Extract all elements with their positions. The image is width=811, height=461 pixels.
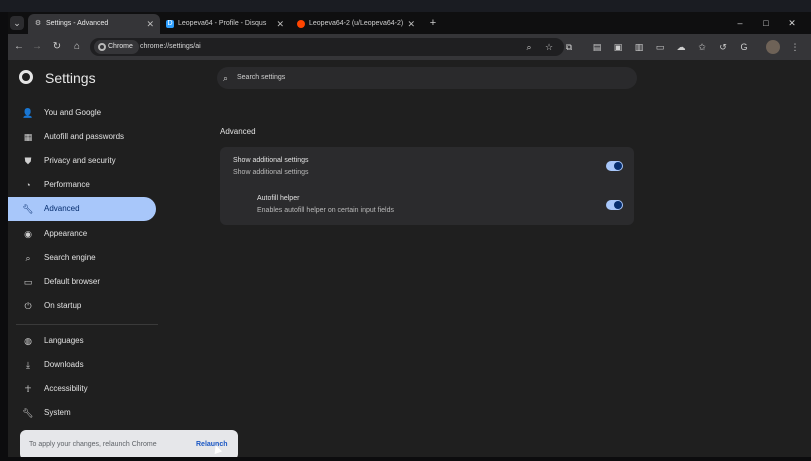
section-title: Advanced	[220, 127, 256, 136]
toggle-knob	[614, 201, 622, 209]
sidebar-item-downloads[interactable]: ⤓ Downloads	[8, 353, 158, 377]
maximize-button[interactable]: □	[756, 14, 776, 32]
power-icon: ⏻	[24, 301, 32, 311]
sidebar-item-you-and-google[interactable]: 👤 You and Google	[8, 101, 158, 125]
reddit-icon	[297, 20, 305, 28]
profile-avatar[interactable]	[766, 40, 780, 54]
reload-button[interactable]: ↻	[50, 40, 64, 54]
gauge-icon: ◔	[25, 180, 31, 190]
chrome-logo-icon	[19, 70, 33, 84]
wrench-icon: 🔧︎	[22, 408, 34, 418]
zoom-icon[interactable]: ⌕	[522, 40, 536, 54]
tab-settings-advanced[interactable]: ⚙ Settings - Advanced ✕	[28, 14, 160, 34]
extensions-puzzle-icon[interactable]: ⧉	[562, 40, 576, 54]
row-title-autofill-helper: Autofill helper	[257, 195, 300, 202]
globe-icon: ◍	[24, 336, 32, 346]
minimize-button[interactable]: –	[730, 14, 750, 32]
tab-disqus-profile[interactable]: D Leopeva64 - Profile - Disqus ✕	[160, 14, 290, 34]
gear-icon: ⚙	[34, 20, 42, 27]
star-outline-icon[interactable]: ✩	[695, 40, 709, 54]
disqus-icon: D	[166, 20, 174, 28]
cloud-icon[interactable]: ☁	[674, 40, 688, 54]
browser-icon: ▭	[23, 277, 33, 287]
shield-icon: ⛊	[24, 156, 32, 166]
relaunch-button[interactable]: Relaunch	[196, 430, 228, 457]
site-info-chip[interactable]: Chrome	[94, 40, 139, 54]
sidebar-item-search-engine[interactable]: ⌕ Search engine	[8, 246, 158, 270]
settings-page: Settings ⌕ Search settings 👤 You and Goo…	[8, 60, 811, 457]
sidebar-item-privacy[interactable]: ⛊ Privacy and security	[8, 149, 158, 173]
accessibility-icon: ☥	[24, 384, 32, 394]
close-icon[interactable]: ✕	[276, 14, 284, 34]
browser-window: ⌄ ⚙ Settings - Advanced ✕ D Leopeva64 - …	[8, 12, 811, 457]
home-button[interactable]: ⌂	[70, 40, 84, 54]
sidebar-item-languages[interactable]: ◍ Languages	[8, 329, 158, 353]
sidebar-item-accessibility[interactable]: ☥ Accessibility	[8, 377, 158, 401]
wrench-icon: 🔧︎	[22, 204, 34, 214]
close-icon[interactable]: ✕	[146, 14, 154, 34]
book-icon[interactable]: ▥	[632, 40, 646, 54]
address-bar[interactable]: Chrome chrome://settings/ai ⌕ ☆	[90, 38, 564, 56]
close-icon[interactable]: ✕	[407, 14, 415, 34]
desktop-bar	[0, 0, 811, 12]
sidebar-item-system[interactable]: 🔧︎ System	[8, 401, 158, 425]
close-window-button[interactable]: ✕	[782, 14, 802, 32]
tab-reddit-profile[interactable]: Leopeva64-2 (u/Leopeva64-2) ✕	[291, 14, 421, 34]
forward-button[interactable]: →	[30, 40, 44, 54]
screen: ⌄ ⚙ Settings - Advanced ✕ D Leopeva64 - …	[0, 0, 811, 461]
row-subtitle-autofill-helper: Enables autofill helper on certain input…	[257, 207, 394, 214]
toast-message: To apply your changes, relaunch Chrome	[29, 441, 157, 448]
tab-strip: ⌄ ⚙ Settings - Advanced ✕ D Leopeva64 - …	[8, 12, 811, 34]
side-panel-icon[interactable]: ▣	[611, 40, 625, 54]
bookmark-star-icon[interactable]: ☆	[542, 40, 556, 54]
folder-icon[interactable]: ▭	[653, 40, 667, 54]
search-icon: ⌕	[223, 73, 229, 83]
show-additional-settings-toggle[interactable]	[606, 161, 623, 171]
page-title: Settings	[45, 70, 96, 86]
tab-search-chevron-icon[interactable]: ⌄	[10, 16, 24, 30]
row-subtitle-show-additional: Show additional settings	[233, 169, 309, 176]
kebab-menu-icon[interactable]: ⋮	[788, 40, 802, 54]
toggle-knob	[614, 162, 622, 170]
search-settings-input[interactable]: ⌕ Search settings	[217, 67, 637, 89]
url-text[interactable]: chrome://settings/ai	[140, 38, 201, 56]
chrome-logo-icon	[98, 43, 106, 51]
google-icon[interactable]: G	[737, 40, 751, 54]
palette-icon: ◉	[24, 229, 32, 239]
clipboard-icon: ▦	[23, 132, 33, 142]
sidebar-item-advanced[interactable]: 🔧︎ Advanced	[8, 197, 156, 221]
autofill-helper-toggle[interactable]	[606, 200, 623, 210]
download-icon: ⤓	[26, 360, 30, 370]
sidebar-item-on-startup[interactable]: ⏻ On startup	[8, 294, 158, 318]
sidebar-item-appearance[interactable]: ◉ Appearance	[8, 222, 158, 246]
person-icon: 👤	[22, 108, 34, 118]
back-button[interactable]: ←	[12, 40, 26, 54]
history-icon[interactable]: ↺	[716, 40, 730, 54]
reading-list-icon[interactable]: ▤	[590, 40, 604, 54]
new-tab-button[interactable]: +	[426, 14, 440, 32]
sidebar-divider	[16, 324, 158, 325]
sidebar-item-autofill[interactable]: ▦ Autofill and passwords	[8, 125, 158, 149]
sidebar-item-default-browser[interactable]: ▭ Default browser	[8, 270, 158, 294]
advanced-settings-card: Show additional settings Show additional…	[220, 147, 634, 225]
row-title-show-additional: Show additional settings	[233, 157, 309, 164]
relaunch-toast: To apply your changes, relaunch Chrome R…	[20, 430, 238, 457]
sidebar-item-performance[interactable]: ◔ Performance	[8, 173, 158, 197]
toolbar: ← → ↻ ⌂ Chrome chrome://settings/ai ⌕ ☆ …	[8, 34, 811, 60]
search-icon: ⌕	[25, 253, 31, 263]
